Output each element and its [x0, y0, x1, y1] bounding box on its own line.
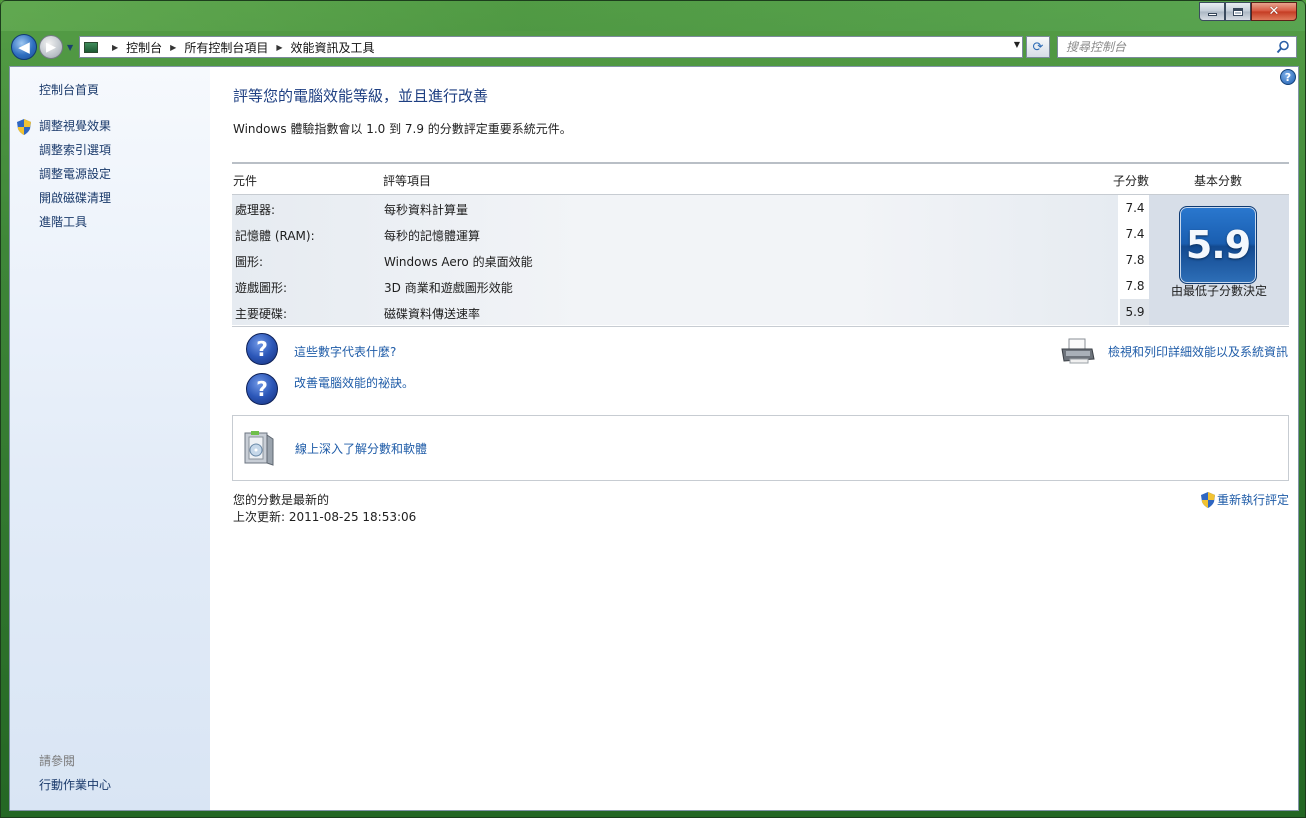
- page-subtitle: Windows 體驗指數會以 1.0 到 7.9 的分數評定重要系統元件。: [233, 122, 572, 136]
- score-table-body: [232, 195, 1118, 325]
- back-arrow-icon: ◀: [18, 38, 30, 56]
- question-icon: ?: [246, 333, 278, 365]
- row-subscore: 7.4: [1125, 201, 1145, 215]
- link-learn-online[interactable]: 線上深入了解分數和軟體: [295, 440, 427, 457]
- title-bar[interactable]: ✕: [1, 1, 1305, 31]
- row-component: 記憶體 (RAM):: [235, 229, 315, 243]
- base-score-panel: 5.9 由最低子分數決定: [1149, 195, 1289, 325]
- sidebar-link-indexing[interactable]: 調整索引選項: [39, 141, 111, 158]
- row-description: 每秒資料計算量: [384, 203, 469, 217]
- rerun-assessment-button[interactable]: 重新執行評定: [1200, 491, 1289, 508]
- window: ✕ ◀ ▶ ▼ ▶ 控制台 ▶ 所有控制台項目 ▶ 效能資訊及工具 ▼ ⟳ 搜尋…: [0, 0, 1306, 818]
- uac-shield-icon: [17, 119, 31, 135]
- header-rating: 評等項目: [383, 174, 432, 188]
- close-button[interactable]: ✕: [1251, 2, 1297, 21]
- question-icon: ?: [246, 373, 278, 405]
- row-description: Windows Aero 的桌面效能: [384, 255, 533, 269]
- caption-buttons: ✕: [1199, 2, 1297, 21]
- link-print-details[interactable]: 檢視和列印詳細效能以及系統資訊: [1108, 343, 1288, 360]
- row-description: 磁碟資料傳送速率: [384, 307, 481, 321]
- refresh-button[interactable]: ⟳: [1026, 36, 1050, 58]
- breadcrumb-arrow-icon[interactable]: ▶: [112, 43, 118, 52]
- breadcrumb-control-panel[interactable]: 控制台: [126, 39, 162, 56]
- recent-pages-dropdown[interactable]: ▼: [67, 43, 73, 52]
- search-box[interactable]: [1057, 36, 1297, 58]
- rerun-assessment-label[interactable]: 重新執行評定: [1217, 491, 1289, 508]
- row-subscore-lowest: 5.9: [1120, 299, 1150, 325]
- search-input[interactable]: [1066, 40, 1266, 54]
- sidebar-link-home[interactable]: 控制台首頁: [39, 81, 99, 98]
- row-component: 處理器:: [235, 203, 276, 217]
- sidebar-link-power[interactable]: 調整電源設定: [39, 165, 111, 182]
- sidebar-link-action-center[interactable]: 行動作業中心: [39, 776, 111, 793]
- maximize-icon: [1233, 7, 1243, 16]
- row-component: 主要硬碟:: [235, 307, 288, 321]
- minimize-button[interactable]: [1199, 2, 1225, 21]
- sidebar-link-disk-cleanup[interactable]: 開啟磁碟清理: [39, 189, 111, 206]
- base-score-caption: 由最低子分數決定: [1170, 284, 1267, 298]
- close-icon: ✕: [1268, 4, 1280, 19]
- table-divider: [232, 162, 1289, 164]
- row-description: 3D 商業和遊戲圖形效能: [384, 281, 513, 295]
- row-subscore: 7.8: [1125, 279, 1145, 293]
- last-update: 上次更新: 2011-08-25 18:53:06: [233, 510, 417, 524]
- row-component: 遊戲圖形:: [235, 281, 288, 295]
- sidebar: 控制台首頁 調整視覺效果 調整索引選項 調整電源設定 開啟磁碟清理 進階工具 請…: [10, 67, 210, 810]
- control-panel-icon: [84, 41, 98, 53]
- table-divider: [232, 326, 1289, 327]
- breadcrumb-all-items[interactable]: 所有控制台項目: [184, 39, 268, 56]
- sidebar-link-visual-effects[interactable]: 調整視覺效果: [39, 117, 111, 134]
- row-description: 每秒的記憶體運算: [384, 229, 481, 243]
- search-icon[interactable]: [1276, 40, 1290, 54]
- address-row: ◀ ▶ ▼ ▶ 控制台 ▶ 所有控制台項目 ▶ 效能資訊及工具 ▼ ⟳: [1, 31, 1305, 64]
- header-base-score: 基本分數: [1194, 174, 1243, 188]
- row-subscore: 7.4: [1125, 227, 1145, 241]
- forward-button[interactable]: ▶: [39, 35, 63, 59]
- link-performance-tips[interactable]: 改善電腦效能的祕訣。: [294, 374, 414, 391]
- row-subscore: 7.8: [1125, 253, 1145, 267]
- score-status: 您的分數是最新的: [233, 493, 330, 507]
- header-component: 元件: [233, 174, 258, 188]
- sidebar-link-advanced-tools[interactable]: 進階工具: [39, 213, 87, 230]
- see-also-heading: 請參閱: [39, 754, 76, 768]
- page-title: 評等您的電腦效能等級，並且進行改善: [233, 87, 489, 105]
- software-box-icon: [244, 431, 274, 466]
- learn-online-box: 線上深入了解分數和軟體: [232, 415, 1289, 481]
- uac-shield-icon: [1200, 491, 1215, 508]
- base-score-value: 5.9: [1185, 223, 1251, 267]
- breadcrumb-arrow-icon[interactable]: ▶: [170, 43, 176, 52]
- minimize-icon: [1207, 13, 1217, 16]
- address-dropdown-icon[interactable]: ▼: [1014, 40, 1020, 49]
- content-area: 控制台首頁 調整視覺效果 調整索引選項 調整電源設定 開啟磁碟清理 進階工具 請…: [9, 66, 1299, 811]
- printer-icon: [1061, 338, 1095, 364]
- breadcrumb-arrow-icon[interactable]: ▶: [276, 43, 282, 52]
- link-what-numbers-mean[interactable]: 這些數字代表什麼?: [294, 343, 396, 360]
- row-component: 圖形:: [235, 255, 264, 269]
- maximize-button[interactable]: [1225, 2, 1251, 21]
- main-panel: 評等您的電腦效能等級，並且進行改善 Windows 體驗指數會以 1.0 到 7…: [232, 67, 1290, 810]
- header-subscore: 子分數: [1113, 174, 1150, 188]
- base-score-badge: 5.9: [1179, 206, 1257, 284]
- refresh-icon: ⟳: [1032, 39, 1044, 55]
- address-bar[interactable]: ▶ 控制台 ▶ 所有控制台項目 ▶ 效能資訊及工具 ▼: [79, 36, 1023, 58]
- breadcrumb-performance[interactable]: 效能資訊及工具: [291, 39, 375, 56]
- back-button[interactable]: ◀: [11, 34, 37, 60]
- forward-arrow-icon: ▶: [46, 39, 56, 55]
